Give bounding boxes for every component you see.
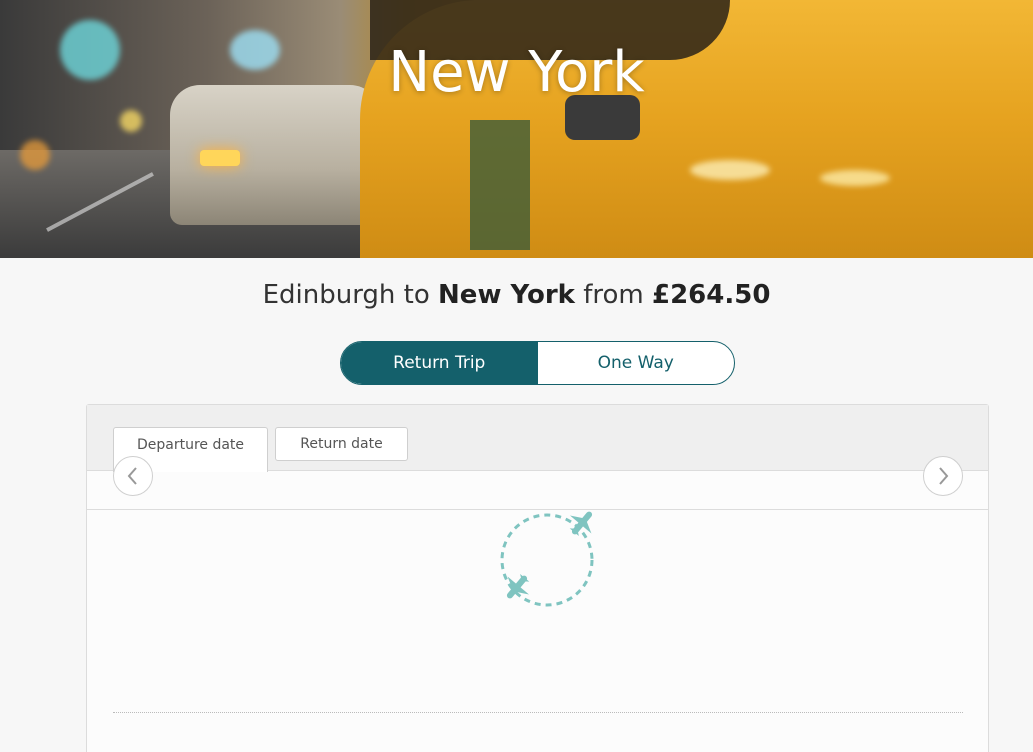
chevron-right-icon <box>939 467 949 485</box>
prev-button[interactable] <box>113 456 153 496</box>
one-way-button[interactable]: One Way <box>538 342 735 384</box>
headline-price: £264.50 <box>651 280 771 310</box>
headline-destination: New York <box>438 280 575 310</box>
hero-title: New York <box>388 40 645 105</box>
plane-loading-icon <box>500 511 594 607</box>
trip-type-toggle: Return Trip One Way <box>340 341 735 385</box>
return-trip-button[interactable]: Return Trip <box>341 342 538 384</box>
chevron-left-icon <box>127 467 137 485</box>
hero-banner: New York <box>0 0 1033 258</box>
headline-prefix: Edinburgh to <box>262 280 439 310</box>
next-button[interactable] <box>923 456 963 496</box>
dotted-divider <box>113 712 963 713</box>
headline-middle: from <box>574 280 652 310</box>
date-picker-panel: Departure date Return date <box>86 404 989 752</box>
tab-return-date[interactable]: Return date <box>275 427 408 461</box>
route-headline: Edinburgh to New York from £264.50 <box>0 280 1033 310</box>
